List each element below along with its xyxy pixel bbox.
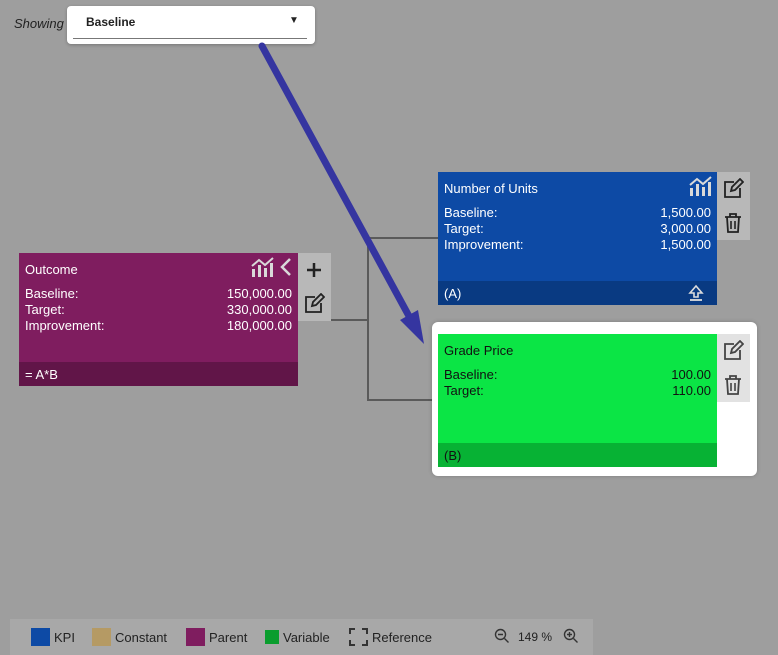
legend-swatch-variable [265,630,279,644]
legend-swatch-parent [186,628,205,646]
zoom-out-icon[interactable] [494,628,510,644]
zoom-in-icon[interactable] [563,628,579,644]
legend-label: Reference [372,629,432,645]
legend-item-reference: Reference [349,628,432,646]
legend-bar: KPI Constant Parent Variable Reference 1… [10,619,593,655]
legend-label: Variable [283,629,330,645]
legend-item-kpi: KPI [31,628,75,646]
legend-swatch-reference [349,628,368,646]
legend-swatch-constant [92,628,111,646]
legend-label: Parent [209,629,248,645]
legend-item-constant: Constant [92,628,167,646]
legend-item-variable: Variable [265,628,330,646]
zoom-level: 149 % [518,630,553,644]
annotation-arrow [258,42,424,344]
legend-swatch-kpi [31,628,50,646]
legend-label: KPI [54,629,75,645]
legend-item-parent: Parent [186,628,247,646]
legend-label: Constant [115,629,168,645]
